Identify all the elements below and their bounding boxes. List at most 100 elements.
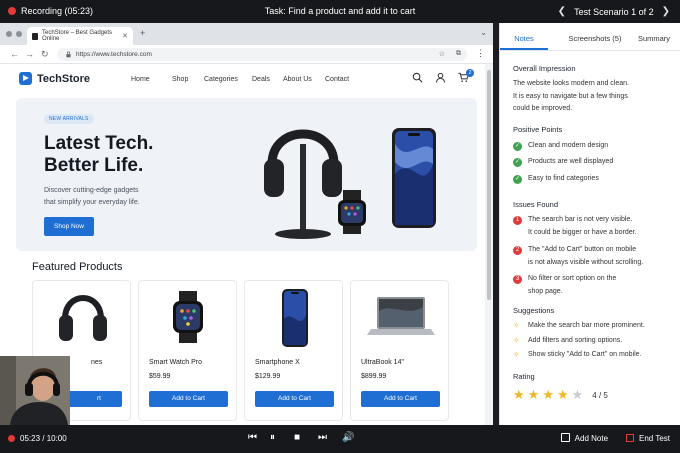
back-icon[interactable]: ← xyxy=(10,49,19,59)
nav-link-contact[interactable]: Contact xyxy=(325,76,349,83)
stop-icon[interactable]: ■ xyxy=(294,432,300,443)
overall-line: It is easy to navigate but a few things xyxy=(513,92,628,100)
smartwatch-image xyxy=(173,291,203,343)
positive-item: ✓ Clean and modern design xyxy=(513,140,608,153)
site-menu: Home Shop Categories Deals About Us Cont… xyxy=(131,76,349,83)
issue-line1: No filter or sort option on the xyxy=(528,275,617,282)
end-test-button[interactable]: End Test xyxy=(626,433,670,443)
featured-title: Featured Products xyxy=(32,261,123,273)
page-scrollbar[interactable] xyxy=(485,64,493,425)
tab-title: TechStore – Best Gadgets Online xyxy=(41,30,113,42)
search-icon[interactable] xyxy=(412,72,423,83)
notes-panel: Notes Screenshots (5) Summary Overall Im… xyxy=(499,23,680,425)
tab-summary[interactable]: Summary xyxy=(631,23,677,50)
suggestion-text: Show sticky "Add to Cart" on mobile. xyxy=(528,351,642,358)
lightbulb-icon: ✧ xyxy=(513,321,520,330)
add-note-label: Add Note xyxy=(574,434,609,443)
session-actions: Add Note End Test xyxy=(560,433,670,443)
elapsed-time: 05:23 / 10:00 xyxy=(8,434,67,443)
nav-link-about[interactable]: About Us xyxy=(283,76,325,83)
chevron-down-icon[interactable]: ⌄ xyxy=(480,28,487,37)
product-card-ultrabook[interactable]: UltraBook 14" $899.99 Add to Cart xyxy=(350,280,449,421)
chevron-left-icon[interactable]: ❮ xyxy=(558,6,566,17)
user-icon[interactable] xyxy=(435,72,446,83)
volume-icon[interactable]: 🔊 xyxy=(342,432,354,443)
add-to-cart-button[interactable]: Add to Cart xyxy=(149,391,228,407)
close-tab-icon[interactable]: ✕ xyxy=(122,32,128,40)
site-logo[interactable]: TechStore xyxy=(19,72,90,85)
hero-subtitle-line1: Discover cutting-edge gadgets xyxy=(44,187,139,194)
check-icon: ✓ xyxy=(513,175,522,184)
new-tab-icon[interactable]: + xyxy=(140,28,145,38)
suggestion-text: Make the search bar more prominent. xyxy=(528,322,645,329)
browser-menu-icon[interactable]: ⋮ xyxy=(476,48,485,59)
star-empty-icon[interactable]: ★ xyxy=(572,387,584,403)
site-header: TechStore Home Shop Categories Deals Abo… xyxy=(0,64,485,96)
extensions-icon[interactable]: ⧉ xyxy=(456,50,461,58)
hero-subtitle: Discover cutting-edge gadgets that simpl… xyxy=(44,185,174,209)
issue-text: No filter or sort option on the shop page… xyxy=(528,273,616,298)
bookmark-star-icon[interactable]: ☆ xyxy=(439,50,445,58)
rating-stars[interactable]: ★ ★ ★ ★ ★ 4 / 5 xyxy=(513,387,608,403)
hero-title-line1: Latest Tech. xyxy=(44,133,154,154)
issue-item: 3 No filter or sort option on the shop pag… xyxy=(513,273,616,298)
address-bar: ← → ↻ https://www.techstore.com ☆ ⧉ ⋮ xyxy=(0,45,493,64)
tab-notes[interactable]: Notes xyxy=(500,23,548,50)
issue-line2: It could be bigger or have a border. xyxy=(528,228,637,236)
skip-back-icon[interactable]: ⏮ xyxy=(248,432,257,443)
star-icon[interactable]: ★ xyxy=(542,387,554,403)
site-actions: 2 xyxy=(412,69,474,86)
issue-text: The search bar is not very visible. It co… xyxy=(528,214,637,239)
product-card-smartphone[interactable]: Smartphone X $129.99 Add to Cart xyxy=(244,280,343,421)
nav-link-home[interactable]: Home xyxy=(131,76,172,83)
suggestions-heading: Suggestions xyxy=(513,306,555,315)
laptop-image xyxy=(367,297,435,335)
issue-line2: shop page. xyxy=(528,287,563,295)
lightbulb-icon: ✧ xyxy=(513,350,520,359)
issue-line1: The search bar is not very visible. xyxy=(528,216,633,223)
cart-count-badge: 2 xyxy=(466,69,474,77)
nav-link-categories[interactable]: Categories xyxy=(204,76,252,83)
star-icon[interactable]: ★ xyxy=(557,387,569,403)
overall-impression-text: The website looks modern and clean. It i… xyxy=(513,78,673,116)
product-name: UltraBook 14" xyxy=(361,359,404,366)
record-dot-icon xyxy=(8,435,15,442)
new-arrivals-pill: NEW ARRIVALS xyxy=(44,114,94,124)
positive-text: Easy to find categories xyxy=(528,175,599,182)
star-icon[interactable]: ★ xyxy=(528,387,540,403)
window-dot-icon[interactable] xyxy=(16,31,22,37)
chevron-right-icon[interactable]: ❯ xyxy=(662,6,670,17)
suggestion-item: ✧ Add filters and sorting options. xyxy=(513,335,622,348)
scrollbar-thumb[interactable] xyxy=(487,70,491,300)
browser-tab[interactable]: TechStore – Best Gadgets Online ✕ xyxy=(27,27,133,45)
positive-text: Clean and modern design xyxy=(528,142,609,149)
add-to-cart-button[interactable]: Add to Cart xyxy=(255,391,334,407)
forward-icon[interactable]: → xyxy=(25,49,34,59)
note-icon xyxy=(560,433,570,442)
product-card-smartwatch[interactable]: Smart Watch Pro $59.99 Add to Cart xyxy=(138,280,237,421)
scenario-navigator: ❮ Test Scenario 1 of 2 ❯ xyxy=(558,6,670,17)
star-icon[interactable]: ★ xyxy=(513,387,525,403)
lock-icon xyxy=(66,51,71,58)
cart-button[interactable]: 2 xyxy=(458,69,474,86)
nav-link-deals[interactable]: Deals xyxy=(252,76,283,83)
url-field[interactable]: https://www.techstore.com ☆ ⧉ xyxy=(57,48,467,61)
end-test-label: End Test xyxy=(639,433,670,443)
hero-title-line2: Better Life. xyxy=(44,155,144,176)
window-dot-icon[interactable] xyxy=(6,31,12,37)
pause-icon[interactable]: ⏸ xyxy=(270,432,275,443)
add-to-cart-button[interactable]: Add to Cart xyxy=(361,391,440,407)
shop-now-button[interactable]: Shop Now xyxy=(44,217,94,236)
issue-number-badge: 1 xyxy=(513,216,522,225)
skip-forward-icon[interactable]: ⏭ xyxy=(318,432,327,443)
product-price: $899.99 xyxy=(361,373,387,380)
issue-number-badge: 2 xyxy=(513,246,522,255)
tab-screenshots[interactable]: Screenshots (5) xyxy=(559,23,631,50)
rating-heading: Rating xyxy=(513,372,535,381)
nav-link-shop[interactable]: Shop xyxy=(172,76,204,83)
issues-heading: Issues Found xyxy=(513,200,559,209)
reload-icon[interactable]: ↻ xyxy=(41,49,49,60)
add-note-button[interactable]: Add Note xyxy=(560,433,609,443)
hero-subtitle-line2: that simplify your everyday life. xyxy=(44,199,140,206)
headphones-image xyxy=(59,295,107,341)
